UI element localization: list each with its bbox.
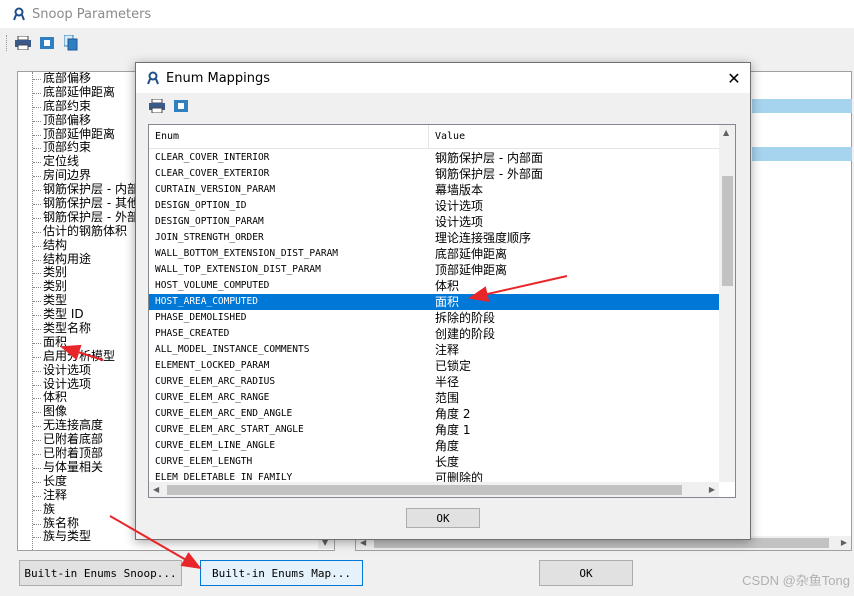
snoop-icon[interactable]: [38, 35, 56, 51]
list-row[interactable]: CURTAIN_VERSION_PARAM 幕墙版本: [149, 182, 719, 198]
list-row[interactable]: CURVE_ELEM_ARC_START_ANGLE 角度 1: [149, 422, 719, 438]
list-row[interactable]: CURVE_ELEM_ARC_RANGE 范围: [149, 390, 719, 406]
list-row[interactable]: WALL_BOTTOM_EXTENSION_DIST_PARAM 底部延伸距离: [149, 246, 719, 262]
scroll-right-icon[interactable]: ▶: [841, 538, 847, 547]
toolbar-grip[interactable]: [6, 35, 8, 51]
print-icon[interactable]: [14, 35, 32, 51]
list-row[interactable]: JOIN_STRENGTH_ORDER 理论连接强度顺序: [149, 230, 719, 246]
snoop-parameters-titlebar: Snoop Parameters: [0, 0, 854, 28]
enum-cell: WALL_TOP_EXTENSION_DIST_PARAM: [155, 264, 321, 275]
list-row-selected[interactable]: HOST_AREA_COMPUTED 面积: [149, 294, 719, 310]
list-row[interactable]: PHASE_CREATED 创建的阶段: [149, 326, 719, 342]
enum-cell: PHASE_CREATED: [155, 328, 230, 339]
enum-cell: CURTAIN_VERSION_PARAM: [155, 184, 276, 195]
dialog-titlebar: Enum Mappings: [136, 63, 750, 93]
list-header: Enum Value: [149, 125, 719, 149]
column-header-enum[interactable]: Enum: [149, 125, 429, 149]
list-row[interactable]: CURVE_ELEM_LINE_ANGLE 角度: [149, 438, 719, 454]
value-cell: 角度 2: [435, 407, 471, 421]
value-cell: 体积: [435, 279, 460, 293]
list-row[interactable]: CLEAR_COVER_INTERIOR 钢筋保护层 - 内部面: [149, 150, 719, 166]
revit-logo-icon: [12, 7, 26, 21]
value-cell: 钢筋保护层 - 外部面: [435, 167, 543, 181]
value-cell: 理论连接强度顺序: [435, 231, 532, 245]
value-cell: 设计选项: [435, 199, 484, 213]
close-icon[interactable]: ✕: [724, 68, 744, 88]
grid-selected-row[interactable]: [752, 99, 852, 113]
value-cell: 角度 1: [435, 423, 471, 437]
list-row[interactable]: CURVE_ELEM_ARC_END_ANGLE 角度 2: [149, 406, 719, 422]
value-cell: 底部延伸距离: [435, 247, 508, 261]
value-cell: 角度: [435, 439, 460, 453]
enum-cell: CLEAR_COVER_EXTERIOR: [155, 168, 270, 179]
scroll-left-icon[interactable]: ◀: [153, 485, 159, 494]
enum-cell: HOST_VOLUME_COMPUTED: [155, 280, 270, 291]
enum-mapping-list[interactable]: Enum Value CLEAR_COVER_INTERIOR 钢筋保护层 - 内…: [148, 124, 736, 498]
enum-cell: CURVE_ELEM_ARC_RADIUS: [155, 376, 276, 387]
list-row[interactable]: HOST_VOLUME_COMPUTED 体积: [149, 278, 719, 294]
value-cell: 拆除的阶段: [435, 311, 496, 325]
enum-cell: WALL_BOTTOM_EXTENSION_DIST_PARAM: [155, 248, 339, 259]
list-row[interactable]: CURVE_ELEM_ARC_RADIUS 半径: [149, 374, 719, 390]
snoop-icon[interactable]: [172, 98, 190, 114]
list-row[interactable]: DESIGN_OPTION_ID 设计选项: [149, 198, 719, 214]
enum-cell: ALL_MODEL_INSTANCE_COMMENTS: [155, 344, 310, 355]
enum-cell: CURVE_ELEM_ARC_START_ANGLE: [155, 424, 304, 435]
enum-cell: CURVE_ELEM_LENGTH: [155, 456, 253, 467]
grid-selected-row[interactable]: [752, 147, 852, 161]
builtin-enums-snoop-button[interactable]: Built-in Enums Snoop...: [19, 560, 182, 586]
window-title: Snoop Parameters: [32, 6, 152, 22]
watermark: CSDN @杂鱼Tong: [742, 573, 850, 588]
builtin-enums-map-button[interactable]: Built-in Enums Map...: [200, 560, 363, 586]
main-ok-button[interactable]: OK: [539, 560, 633, 586]
scroll-right-icon[interactable]: ▶: [709, 485, 715, 494]
list-row[interactable]: CLEAR_COVER_EXTERIOR 钢筋保护层 - 外部面: [149, 166, 719, 182]
list-row[interactable]: WALL_TOP_EXTENSION_DIST_PARAM 顶部延伸距离: [149, 262, 719, 278]
enum-cell: CURVE_ELEM_ARC_END_ANGLE: [155, 408, 293, 419]
value-cell: 设计选项: [435, 215, 484, 229]
dialog-toolbar: [136, 93, 750, 119]
enum-cell: HOST_AREA_COMPUTED: [155, 296, 258, 307]
enum-cell: DESIGN_OPTION_PARAM: [155, 216, 264, 227]
horizontal-scroll-thumb[interactable]: [167, 485, 682, 495]
enum-mappings-dialog: Enum Mappings ✕ Enum Value CLEAR_COVER_I…: [135, 62, 751, 540]
list-row[interactable]: DESIGN_OPTION_PARAM 设计选项: [149, 214, 719, 230]
copy-icon[interactable]: [62, 35, 80, 51]
enum-cell: ELEMENT_LOCKED_PARAM: [155, 360, 270, 371]
dialog-ok-button[interactable]: OK: [406, 508, 480, 528]
value-cell: 顶部延伸距离: [435, 263, 508, 277]
list-row[interactable]: ALL_MODEL_INSTANCE_COMMENTS 注释: [149, 342, 719, 358]
enum-cell: CLEAR_COVER_INTERIOR: [155, 152, 270, 163]
vertical-scroll-thumb[interactable]: [722, 176, 733, 286]
value-cell: 已锁定: [435, 359, 472, 373]
scroll-up-icon[interactable]: ▲: [723, 128, 729, 137]
dialog-title: Enum Mappings: [166, 70, 271, 86]
value-cell: 钢筋保护层 - 内部面: [435, 151, 543, 165]
value-cell: 幕墙版本: [435, 183, 484, 197]
value-cell: 面积: [435, 295, 460, 309]
main-toolbar: [0, 28, 854, 58]
list-row[interactable]: ELEMENT_LOCKED_PARAM 已锁定: [149, 358, 719, 374]
value-cell: 长度: [435, 455, 460, 469]
list-row[interactable]: CURVE_ELEM_LENGTH 长度: [149, 454, 719, 470]
enum-cell: JOIN_STRENGTH_ORDER: [155, 232, 264, 243]
value-cell: 范围: [435, 391, 460, 405]
enum-cell: CURVE_ELEM_ARC_RANGE: [155, 392, 270, 403]
value-cell: 注释: [435, 343, 460, 357]
list-row[interactable]: PHASE_DEMOLISHED 拆除的阶段: [149, 310, 719, 326]
print-icon[interactable]: [148, 98, 166, 114]
value-cell: 半径: [435, 375, 460, 389]
enum-cell: DESIGN_OPTION_ID: [155, 200, 247, 211]
enum-cell: CURVE_ELEM_LINE_ANGLE: [155, 440, 276, 451]
revit-logo-icon: [146, 71, 160, 85]
value-cell: 创建的阶段: [435, 327, 496, 341]
column-header-value[interactable]: Value: [429, 125, 465, 149]
enum-cell: PHASE_DEMOLISHED: [155, 312, 247, 323]
